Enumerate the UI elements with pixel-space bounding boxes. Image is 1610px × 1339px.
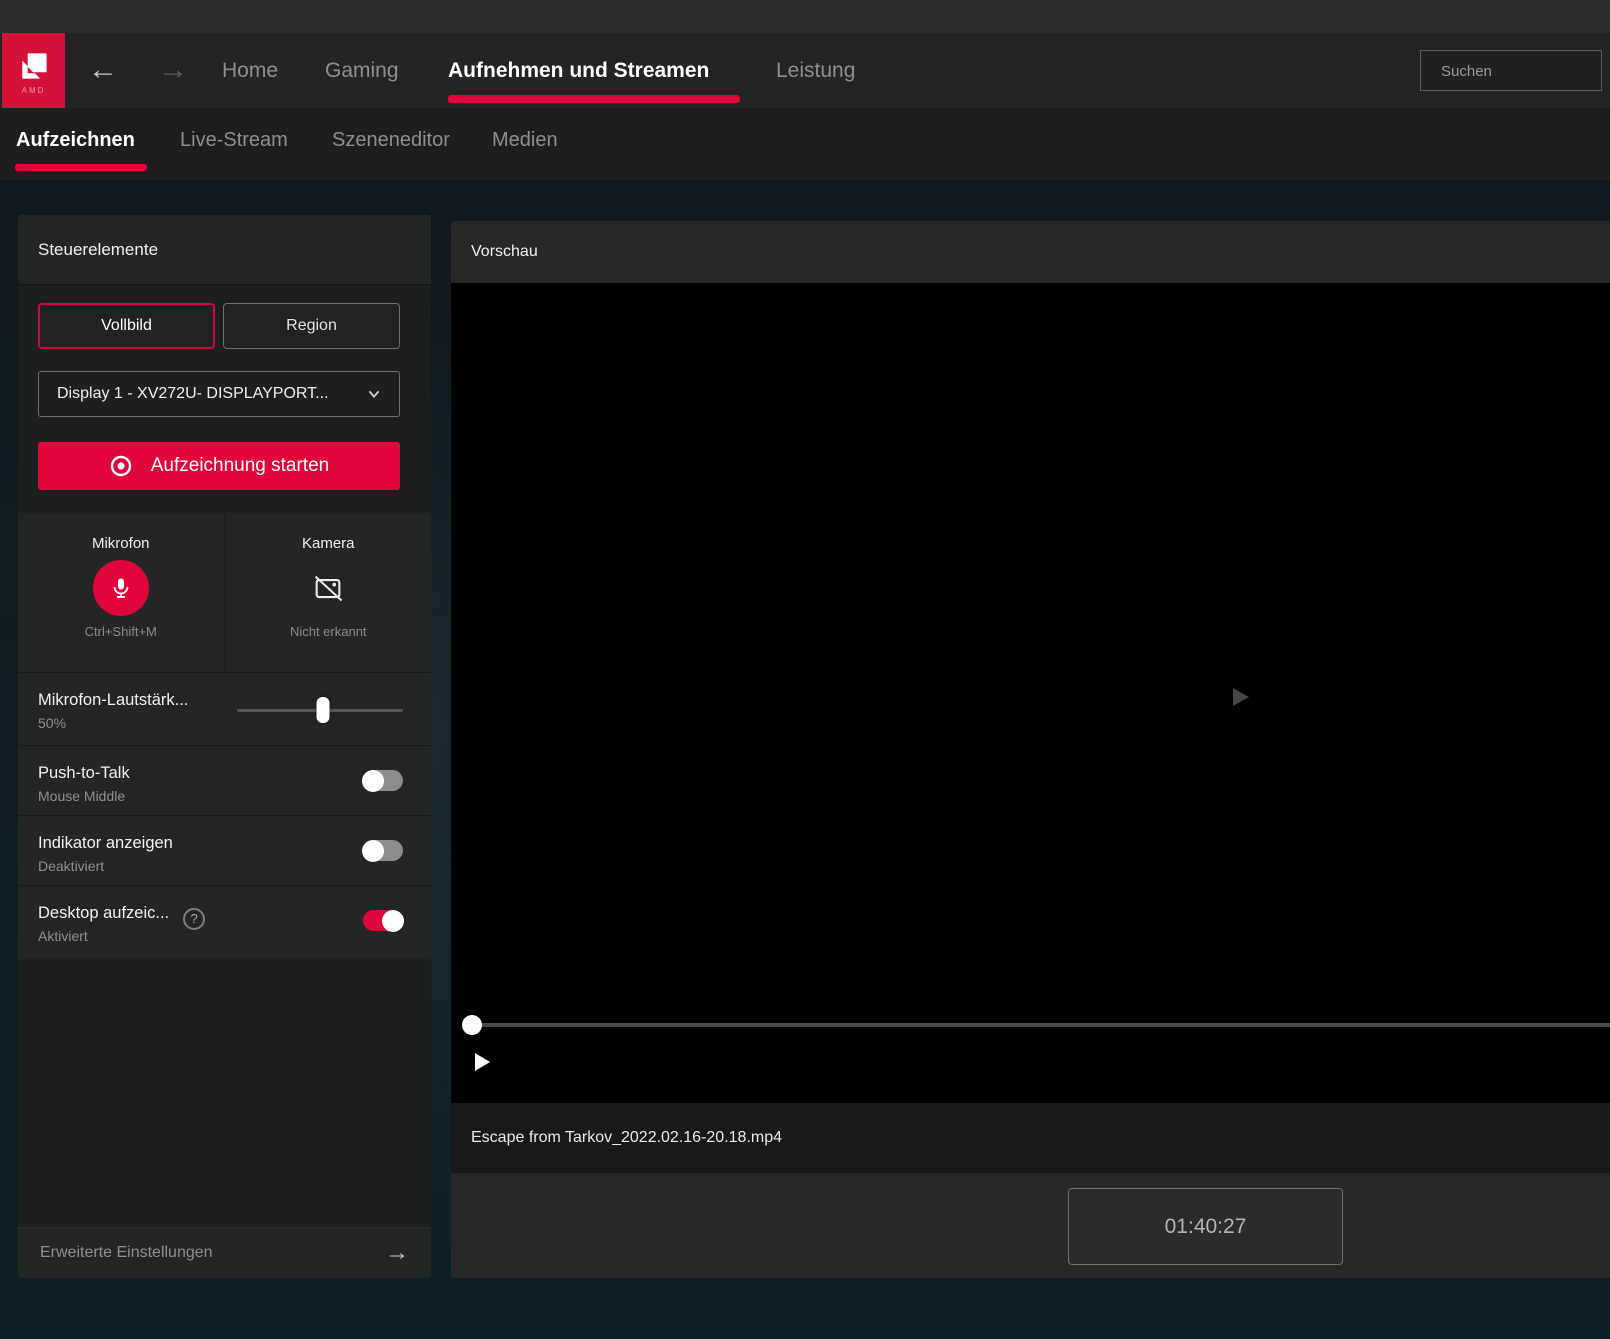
slider-handle[interactable] bbox=[317, 697, 330, 723]
arrow-right-icon: → bbox=[385, 1239, 409, 1267]
video-preview-area[interactable] bbox=[451, 283, 1610, 1103]
preview-bottom-bar bbox=[451, 1173, 1610, 1278]
toggle-knob bbox=[362, 840, 384, 862]
back-arrow-icon[interactable]: ← bbox=[83, 50, 123, 90]
desktop-record-label: Desktop aufzeic...? bbox=[38, 904, 205, 930]
indicator-label: Indikator anzeigen bbox=[38, 834, 173, 853]
play-button[interactable] bbox=[475, 1053, 490, 1071]
nav-item-home[interactable]: Home bbox=[222, 33, 278, 108]
amd-logo[interactable]: AMD bbox=[2, 33, 65, 110]
advanced-settings-label: Erweiterte Einstellungen bbox=[40, 1244, 385, 1262]
active-nav-underline bbox=[448, 95, 740, 103]
microphone-cell: Mikrofon Ctrl+Shift+M bbox=[18, 513, 224, 672]
help-icon[interactable]: ? bbox=[183, 908, 205, 930]
indicator-row: Indikator anzeigen Deaktiviert bbox=[18, 815, 431, 886]
toggle-knob bbox=[362, 770, 384, 792]
advanced-settings-link[interactable]: Erweiterte Einstellungen → bbox=[18, 1227, 431, 1278]
fullscreen-mode-button[interactable]: Vollbild bbox=[38, 303, 215, 349]
mic-volume-label: Mikrofon-Lautstärk... bbox=[38, 691, 188, 710]
start-recording-button[interactable]: Aufzeichnung starten bbox=[38, 442, 400, 490]
nav-item-gaming[interactable]: Gaming bbox=[325, 33, 399, 108]
title-strip bbox=[0, 0, 1610, 33]
amd-logo-text: AMD bbox=[22, 86, 46, 95]
desktop-record-toggle[interactable] bbox=[363, 910, 403, 931]
record-icon bbox=[109, 454, 133, 478]
camera-status: Nicht erkannt bbox=[290, 624, 367, 639]
amd-arrow-icon bbox=[16, 48, 52, 84]
microphone-icon bbox=[109, 576, 133, 600]
controls-panel: Steuerelemente Vollbild Region Display 1… bbox=[18, 215, 431, 1278]
preview-panel-header: Vorschau bbox=[451, 221, 1610, 283]
push-to-talk-label: Push-to-Talk bbox=[38, 764, 130, 783]
camera-label: Kamera bbox=[302, 535, 355, 552]
desktop-record-row: Desktop aufzeic...? Aktiviert bbox=[18, 885, 431, 959]
indicator-toggle[interactable] bbox=[363, 840, 403, 861]
microphone-hotkey: Ctrl+Shift+M bbox=[85, 624, 157, 639]
search-input[interactable] bbox=[1421, 51, 1610, 92]
mic-volume-value: 50% bbox=[38, 715, 66, 731]
center-play-icon[interactable] bbox=[1233, 688, 1249, 706]
duration-display[interactable]: 01:40:27 bbox=[1068, 1188, 1343, 1265]
forward-arrow-icon[interactable]: → bbox=[153, 50, 193, 90]
tab-medien[interactable]: Medien bbox=[492, 108, 558, 172]
chevron-down-icon bbox=[363, 383, 385, 405]
camera-off-icon bbox=[311, 571, 345, 605]
camera-cell: Kamera Nicht erkannt bbox=[226, 513, 432, 672]
search-box bbox=[1420, 50, 1602, 91]
start-recording-label: Aufzeichnung starten bbox=[151, 455, 330, 477]
push-to-talk-row: Push-to-Talk Mouse Middle bbox=[18, 745, 431, 816]
tab-live-stream[interactable]: Live-Stream bbox=[180, 108, 288, 172]
device-cells: Mikrofon Ctrl+Shift+M Kamera bbox=[18, 513, 431, 672]
preview-title: Vorschau bbox=[471, 243, 538, 261]
region-mode-button[interactable]: Region bbox=[223, 303, 400, 349]
display-select-dropdown[interactable]: Display 1 - XV272U- DISPLAYPORT... bbox=[38, 371, 400, 417]
mic-volume-slider[interactable] bbox=[237, 709, 403, 712]
push-to-talk-toggle[interactable] bbox=[363, 770, 403, 791]
filename-row: Escape from Tarkov_2022.02.16-20.18.mp4 bbox=[451, 1103, 1610, 1173]
push-to-talk-binding: Mouse Middle bbox=[38, 788, 125, 804]
tab-szeneneditor[interactable]: Szeneneditor bbox=[332, 108, 450, 172]
toggle-knob bbox=[382, 910, 404, 932]
tab-aufzeichnen[interactable]: Aufzeichnen bbox=[16, 108, 135, 172]
microphone-mute-button[interactable] bbox=[93, 560, 149, 616]
seek-handle[interactable] bbox=[462, 1015, 482, 1035]
seek-bar[interactable] bbox=[471, 1023, 1610, 1027]
microphone-label: Mikrofon bbox=[92, 535, 150, 552]
video-filename: Escape from Tarkov_2022.02.16-20.18.mp4 bbox=[471, 1129, 782, 1147]
controls-panel-title: Steuerelemente bbox=[18, 215, 431, 285]
desktop-record-status: Aktiviert bbox=[38, 928, 88, 944]
nav-item-performance[interactable]: Leistung bbox=[776, 33, 855, 108]
indicator-status: Deaktiviert bbox=[38, 858, 104, 874]
active-tab-underline bbox=[15, 164, 147, 171]
mic-volume-row: Mikrofon-Lautstärk... 50% bbox=[18, 672, 431, 746]
display-select-value: Display 1 - XV272U- DISPLAYPORT... bbox=[57, 385, 363, 403]
